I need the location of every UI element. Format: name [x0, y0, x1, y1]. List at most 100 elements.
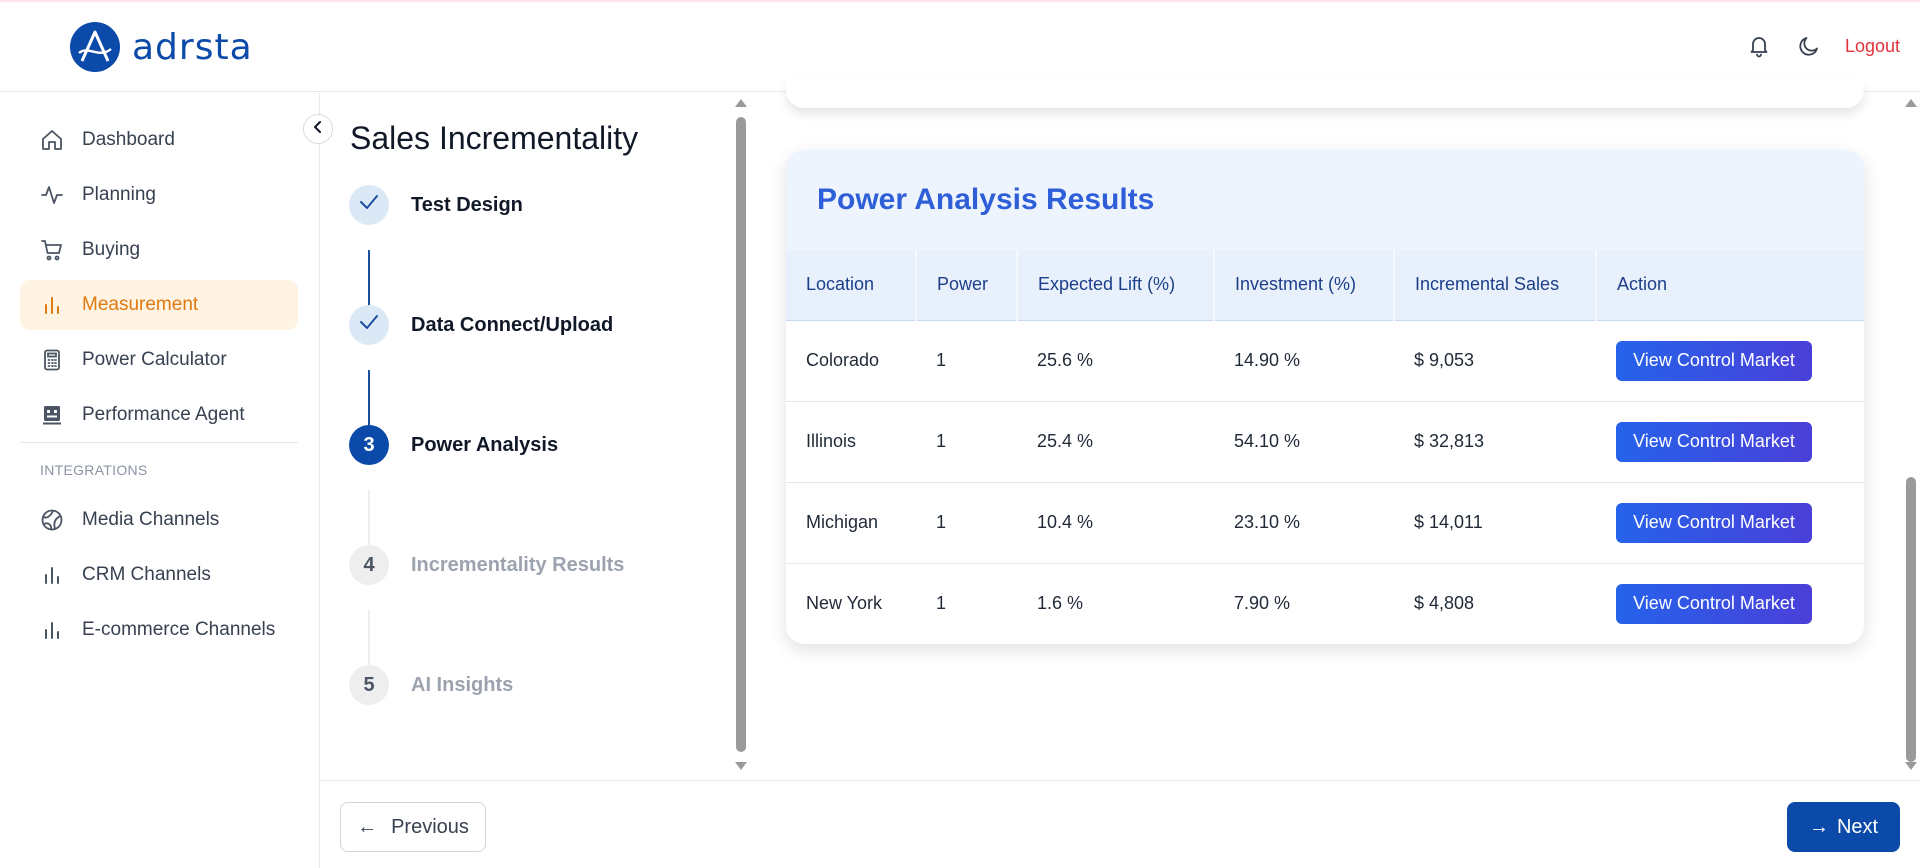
cell-expected-lift: 25.4 %	[1037, 431, 1094, 451]
cell-action: View Control Market	[1596, 563, 1864, 644]
cell-action: View Control Market	[1596, 482, 1864, 563]
sidebar-item-label: Dashboard	[82, 129, 175, 150]
sidebar-item-label: Planning	[82, 184, 156, 205]
sidebar-item-ecommerce-channels[interactable]: E-commerce Channels	[20, 605, 298, 655]
cell-expected-lift: 10.4 %	[1037, 512, 1094, 532]
view-control-market-button[interactable]: View Control Market	[1616, 502, 1812, 543]
sidebar-collapse-button[interactable]	[303, 114, 333, 144]
scroll-up-arrow-icon[interactable]	[735, 99, 747, 107]
bar-chart-icon	[40, 563, 64, 587]
results-table: Location Power Expected Lift (%) Investm…	[786, 250, 1864, 644]
step-label: Power Analysis	[411, 433, 559, 456]
page-title: Sales Incrementality	[350, 120, 639, 156]
next-button-label: Next	[1836, 815, 1879, 838]
previous-button[interactable]: ← Previous	[340, 802, 486, 852]
step-connector	[368, 490, 370, 548]
sidebar-item-label: CRM Channels	[82, 564, 211, 585]
column-header-action: Action	[1595, 250, 1864, 321]
power-analysis-results-card: Power Analysis Results Location Power Ex…	[786, 150, 1864, 644]
sidebar-item-label: Measurement	[82, 294, 199, 315]
cell-location: Colorado	[806, 350, 880, 370]
table-header-row: Location Power Expected Lift (%) Investm…	[786, 250, 1864, 321]
step-label: Test Design	[411, 193, 523, 216]
sidebar-item-measurement[interactable]: Measurement	[20, 280, 298, 330]
step-complete-indicator	[349, 305, 389, 345]
step-power-analysis[interactable]: 3 Power Analysis	[349, 425, 558, 465]
cart-icon	[40, 238, 64, 262]
sidebar-divider	[20, 442, 298, 443]
scrollbar-thumb[interactable]	[736, 117, 746, 752]
step-connector	[368, 610, 370, 668]
step-label: Data Connect/Upload	[411, 313, 614, 336]
sidebar-item-label: E-commerce Channels	[82, 619, 276, 640]
sidebar-item-performance-agent[interactable]: Performance Agent	[20, 390, 298, 440]
cell-expected-lift: 1.6 %	[1037, 593, 1084, 614]
steps-scrollbar[interactable]	[733, 97, 747, 772]
main-scrollbar[interactable]	[1903, 97, 1917, 772]
cell-location: Michigan	[806, 512, 879, 532]
sidebar-item-label: Power Calculator	[82, 349, 227, 370]
view-control-market-button[interactable]: View Control Market	[1616, 583, 1812, 624]
cell-incremental-sales: $ 32,813	[1414, 431, 1485, 451]
sidebar-item-label: Media Channels	[82, 509, 220, 530]
cell-action: View Control Market	[1596, 401, 1864, 482]
column-header-location: Location	[786, 250, 916, 321]
view-control-market-button[interactable]: View Control Market	[1616, 421, 1812, 462]
cell-investment: 14.90 %	[1234, 350, 1301, 370]
table-row: Colorado 1 25.6 % 14.90 % $ 9,053 View C…	[786, 320, 1864, 401]
chevron-left-icon	[311, 120, 325, 139]
cell-power: 1	[936, 350, 947, 370]
table-row: New York 1 1.6 % 7.90 % $ 4,808 View Con…	[786, 563, 1864, 644]
step-incrementality-results[interactable]: 4 Incrementality Results	[349, 545, 624, 585]
activity-icon	[40, 183, 64, 207]
previous-button-label: Previous	[391, 815, 469, 838]
scroll-down-arrow-icon[interactable]	[1905, 762, 1917, 770]
table-row: Michigan 1 10.4 % 23.10 % $ 14,011 View …	[786, 482, 1864, 563]
cell-incremental-sales: $ 9,053	[1414, 350, 1475, 370]
sidebar-item-planning[interactable]: Planning	[20, 170, 298, 220]
sidebar-item-dashboard[interactable]: Dashboard	[20, 115, 298, 165]
cell-investment: 54.10 %	[1234, 431, 1301, 451]
check-icon	[358, 191, 380, 219]
step-data-connect[interactable]: Data Connect/Upload	[349, 305, 613, 345]
bell-icon[interactable]	[1745, 32, 1773, 60]
arrow-left-icon: ←	[357, 815, 378, 838]
step-connector	[368, 370, 370, 428]
sidebar-item-label: Buying	[82, 239, 141, 260]
wizard-footer: ← Previous → Next	[320, 780, 1920, 868]
sidebar-item-media-channels[interactable]: Media Channels	[20, 495, 298, 545]
next-button[interactable]: → Next	[1787, 802, 1900, 852]
step-complete-indicator	[349, 185, 389, 225]
bar-chart-icon	[40, 618, 64, 642]
home-icon	[40, 128, 64, 152]
cell-power: 1	[936, 431, 947, 451]
step-number: 4	[349, 545, 389, 585]
sidebar-item-crm-channels[interactable]: CRM Channels	[20, 550, 298, 600]
scrollbar-thumb[interactable]	[1906, 477, 1916, 762]
check-icon	[358, 311, 380, 339]
step-label: Incrementality Results	[411, 553, 625, 576]
sidebar: Dashboard Planning Buying Measurement Po…	[0, 93, 320, 868]
step-ai-insights[interactable]: 5 AI Insights	[349, 665, 513, 705]
logout-link[interactable]: Logout	[1845, 36, 1900, 57]
cell-incremental-sales: $ 4,808	[1414, 593, 1475, 614]
step-label: AI Insights	[411, 673, 514, 696]
scroll-up-arrow-icon[interactable]	[1905, 99, 1917, 107]
moon-icon[interactable]	[1795, 32, 1823, 60]
view-control-market-button[interactable]: View Control Market	[1616, 340, 1812, 381]
cell-location: Illinois	[806, 431, 857, 451]
step-test-design[interactable]: Test Design	[349, 185, 523, 225]
column-header-incremental-sales: Incremental Sales	[1393, 250, 1596, 321]
cell-incremental-sales: $ 14,011	[1414, 512, 1483, 532]
calculator-icon	[40, 348, 64, 372]
logo[interactable]: adrsta	[70, 22, 253, 72]
previous-section-card	[786, 80, 1864, 108]
scroll-down-arrow-icon[interactable]	[735, 762, 747, 770]
cell-power: 1	[936, 512, 947, 532]
sidebar-item-power-calculator[interactable]: Power Calculator	[20, 335, 298, 385]
table-row: Illinois 1 25.4 % 54.10 % $ 32,813 View …	[786, 401, 1864, 482]
column-header-investment: Investment (%)	[1213, 250, 1394, 321]
sidebar-section-label: INTEGRATIONS	[40, 462, 148, 478]
sidebar-item-buying[interactable]: Buying	[20, 225, 298, 275]
column-header-power: Power	[915, 250, 1017, 321]
